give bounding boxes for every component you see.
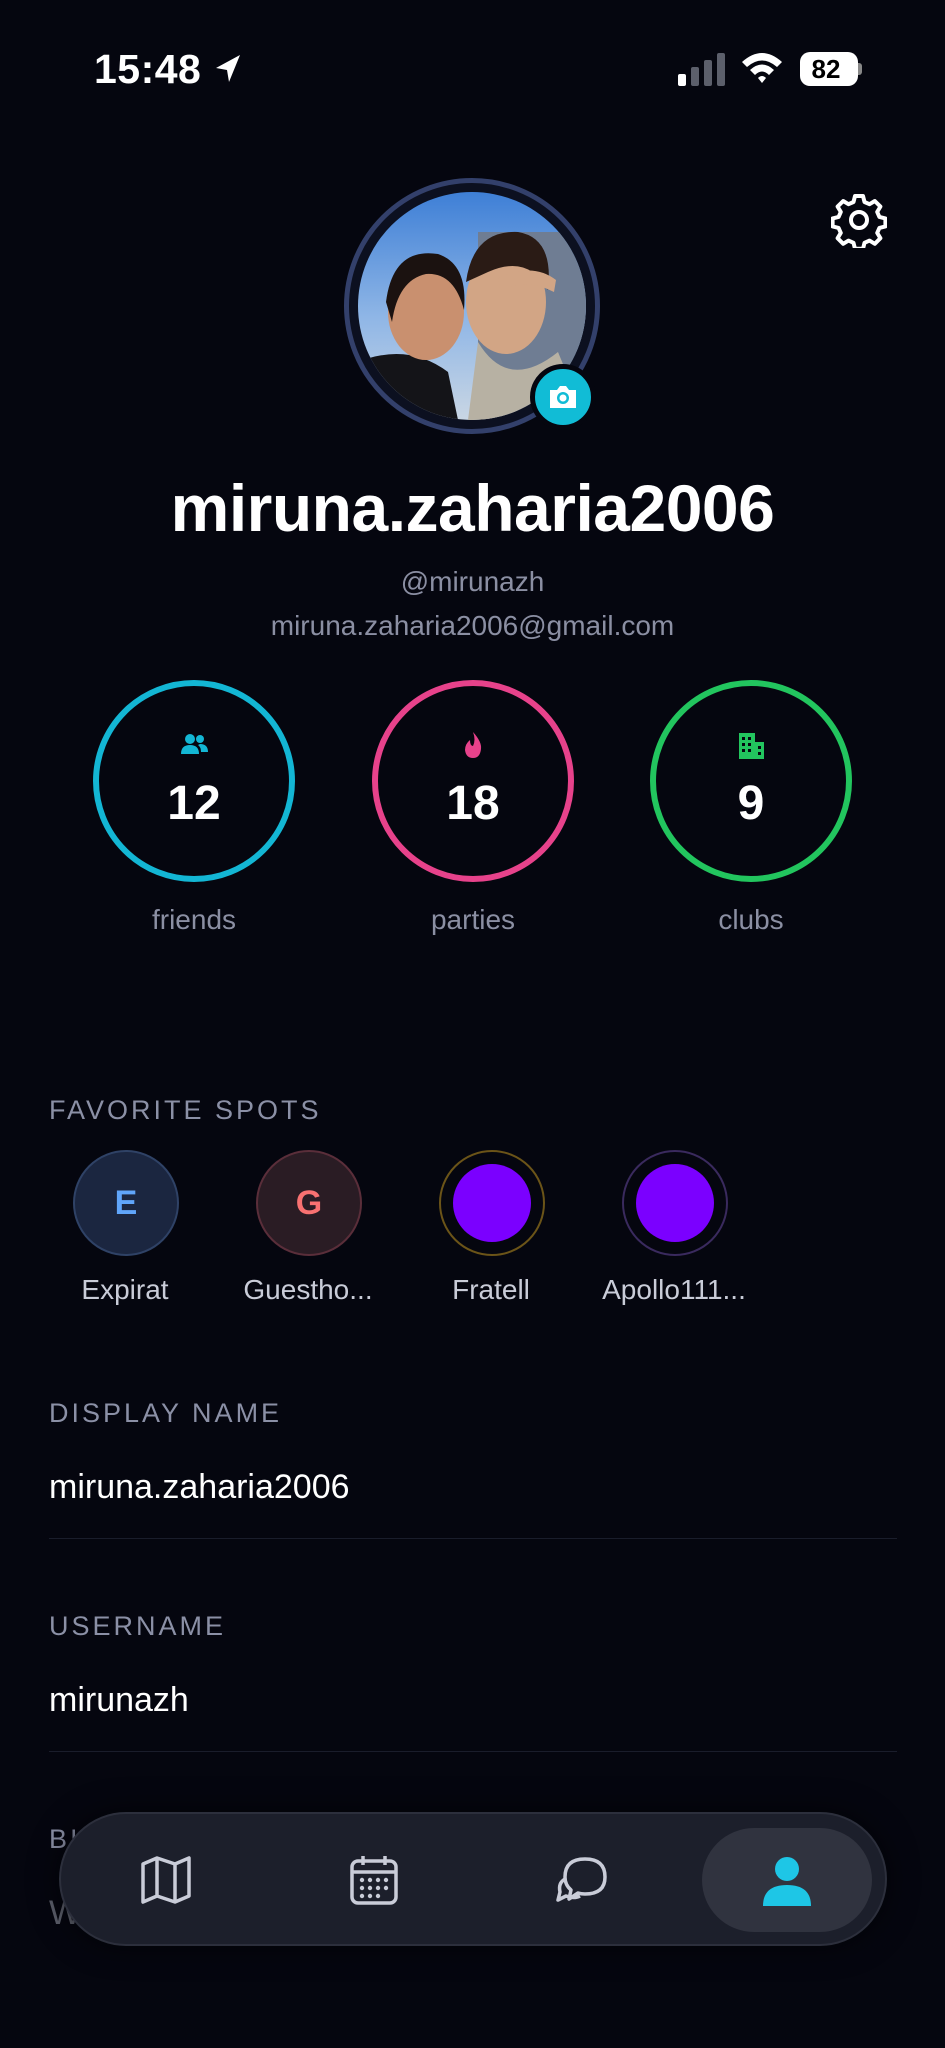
username-field[interactable]: mirunazh: [49, 1681, 189, 1720]
chat-icon: [556, 1857, 607, 1902]
tab-calendar[interactable]: [289, 1828, 459, 1932]
username-label: USERNAME: [49, 1611, 227, 1641]
stat-value: 12: [167, 777, 221, 830]
profile-icon: [763, 1857, 811, 1906]
spot-color-dot: [453, 1164, 531, 1242]
display-name-label: DISPLAY NAME: [49, 1398, 283, 1428]
display-name-field[interactable]: miruna.zaharia2006: [49, 1468, 350, 1507]
stat-label: friends: [151, 904, 237, 935]
profile-display-name: miruna.zaharia2006: [170, 471, 775, 545]
location-arrow-icon: [216, 55, 240, 82]
map-icon: [141, 1856, 191, 1904]
stat-label: parties: [430, 904, 516, 935]
people-icon: [181, 734, 208, 754]
battery-level: 82: [811, 54, 841, 84]
battery-indicator: 82: [800, 52, 862, 86]
divider: [49, 1751, 897, 1752]
profile-avatar[interactable]: [344, 178, 600, 434]
tab-map[interactable]: [81, 1828, 251, 1932]
stat-label: clubs: [718, 904, 784, 935]
spot-avatar: G: [256, 1150, 362, 1256]
spot-color-dot: [636, 1164, 714, 1242]
settings-gear-icon[interactable]: [831, 192, 887, 248]
favorite-spots-heading: FAVORITE SPOTS: [49, 1095, 322, 1125]
profile-handle: @mirunazh: [400, 566, 545, 597]
profile-email: miruna.zaharia2006@gmail.com: [270, 610, 675, 641]
wifi-icon: [742, 53, 782, 83]
status-time: 15:48: [94, 46, 202, 92]
camera-icon: [550, 386, 576, 408]
spot-label: Expirat: [81, 1274, 169, 1305]
status-bar: 15:48 82: [0, 0, 945, 140]
stat-value: 9: [737, 777, 765, 830]
spot-avatar: [622, 1150, 728, 1256]
calendar-icon: [350, 1856, 398, 1905]
tab-profile[interactable]: [702, 1828, 872, 1932]
cellular-signal-icon: [678, 53, 725, 86]
spot-label: Fratell: [452, 1274, 530, 1305]
spot-avatar: E: [73, 1150, 179, 1256]
building-icon: [739, 733, 764, 759]
tab-chat[interactable]: [497, 1828, 667, 1932]
spot-avatar: [439, 1150, 545, 1256]
flame-icon: [465, 732, 482, 758]
divider: [49, 1538, 897, 1539]
change-photo-button[interactable]: [530, 364, 596, 430]
bottom-tab-bar: [59, 1812, 887, 1946]
spot-label: Apollo111...: [602, 1274, 746, 1305]
spot-label: Guestho...: [243, 1274, 373, 1305]
stat-value: 18: [446, 777, 500, 830]
